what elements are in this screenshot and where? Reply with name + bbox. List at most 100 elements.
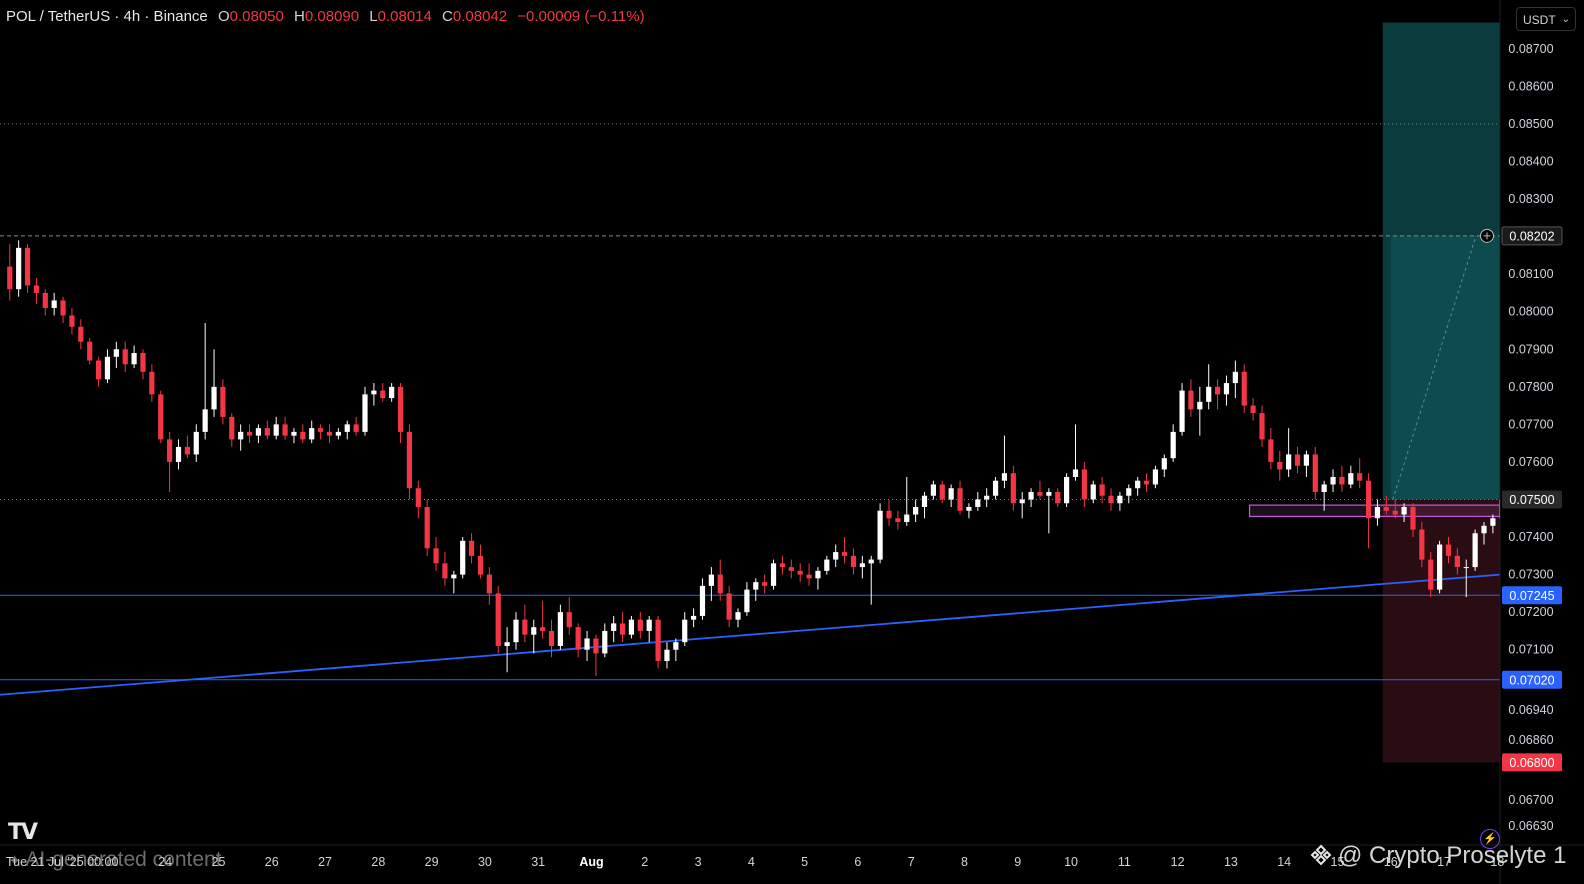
candle-body: [264, 428, 270, 436]
candle: [841, 537, 848, 564]
low-value: 0.08014: [377, 8, 432, 25]
candle-body: [335, 431, 341, 436]
candle: [433, 537, 439, 571]
candle-body: [149, 371, 155, 395]
time-tick-label: 30: [478, 855, 492, 869]
candle: [664, 642, 670, 669]
candle-body: [362, 394, 368, 432]
time-tick-label: 3: [695, 855, 702, 869]
candle: [557, 604, 563, 650]
candle-body: [273, 424, 279, 436]
candle-body: [1463, 567, 1469, 569]
candle-body: [477, 555, 484, 575]
time-tick-label: 11: [1118, 855, 1131, 869]
candle: [1072, 424, 1079, 481]
candle: [957, 480, 963, 515]
candle: [921, 491, 928, 519]
price-chart[interactable]: 0.08700 0.08600 0.08500 0.08400 0.08300 0.081…: [0, 0, 1584, 884]
candle: [87, 338, 93, 365]
candle: [1010, 465, 1016, 511]
candle: [762, 574, 768, 594]
price-tick-label: 0.08700: [1508, 42, 1553, 56]
stop-zone: [1382, 499, 1500, 763]
candle: [362, 386, 368, 436]
candle: [886, 499, 892, 526]
price-badge: 0.08202: [1501, 226, 1563, 246]
candle-body: [1072, 469, 1079, 477]
candle: [1259, 405, 1265, 447]
candle: [611, 615, 617, 643]
candle-body: [433, 548, 439, 564]
candle-body: [33, 285, 40, 293]
candle-body: [1135, 480, 1141, 489]
currency-selector[interactable]: USDT ⌄: [1516, 7, 1576, 31]
candle-body: [1277, 461, 1283, 470]
price-tick-label: 0.07800: [1508, 380, 1553, 394]
candle: [540, 600, 546, 639]
candle-body: [175, 446, 182, 462]
candle-body: [184, 446, 190, 455]
trendline: [0, 573, 1501, 696]
candle-body: [1321, 484, 1327, 492]
candle-body: [140, 353, 146, 372]
candle: [175, 439, 182, 470]
candle-body: [371, 390, 377, 395]
candle-body: [495, 593, 501, 646]
candle: [1064, 473, 1070, 507]
candle-body: [1188, 390, 1194, 410]
candle: [300, 424, 306, 444]
candle: [735, 608, 741, 628]
candle-body: [42, 292, 48, 308]
sparkle-icon: ✦: [8, 853, 22, 870]
time-tick-label: 13: [1224, 855, 1238, 869]
candle: [691, 608, 697, 628]
symbol-title[interactable]: POL / TetherUS · 4h · Binance: [6, 8, 208, 25]
candle: [406, 424, 413, 500]
candle-body: [1232, 371, 1238, 384]
candle: [1108, 488, 1114, 511]
candle-body: [282, 424, 288, 436]
price-tick-label: 0.08100: [1508, 267, 1553, 281]
price-badge: 0.07500: [1502, 490, 1562, 509]
candle-body: [1410, 507, 1416, 530]
candle: [113, 341, 119, 369]
candle: [1214, 379, 1221, 410]
tradingview-logo-icon[interactable]: TV: [8, 820, 38, 845]
candle-body: [1010, 473, 1016, 504]
price-badge: 0.07020: [1502, 670, 1562, 689]
candle: [495, 585, 501, 654]
candle-body: [318, 428, 324, 432]
price-tick-label: 0.08000: [1508, 305, 1553, 319]
candle: [975, 491, 981, 511]
candle-body: [1286, 454, 1292, 470]
candle-body: [1028, 491, 1034, 500]
time-tick-label: 5: [801, 855, 808, 869]
candle-body: [1090, 484, 1096, 500]
candle-body: [611, 623, 617, 631]
candle-body: [167, 439, 173, 462]
price-badge-label: 0.07245: [1509, 589, 1554, 603]
candle: [1348, 465, 1354, 489]
candle-body: [442, 563, 448, 579]
price-tick-label: 0.07400: [1508, 530, 1553, 544]
candle: [202, 322, 208, 440]
candle: [229, 413, 235, 447]
candle: [1294, 446, 1301, 474]
author-watermark: @ Crypto Proselyte 1: [1310, 842, 1566, 870]
candle-body: [1170, 431, 1176, 459]
candle-body: [1241, 371, 1247, 406]
candle-body: [238, 431, 244, 440]
candle-body: [655, 619, 661, 661]
candle: [371, 383, 377, 406]
candle-body: [415, 488, 421, 507]
candle-body: [220, 386, 226, 417]
price-badge-label: 0.08202: [1509, 229, 1554, 243]
symbol-header: POL / TetherUS · 4h · Binance O0.08050 H…: [6, 8, 645, 25]
price-tick-label: 0.06860: [1508, 733, 1553, 747]
candle: [868, 555, 874, 605]
high-label: H: [294, 8, 305, 25]
candle: [1090, 480, 1096, 504]
price-tick-label: 0.08400: [1508, 154, 1553, 168]
candle-body: [1445, 544, 1452, 556]
candle: [770, 559, 777, 590]
